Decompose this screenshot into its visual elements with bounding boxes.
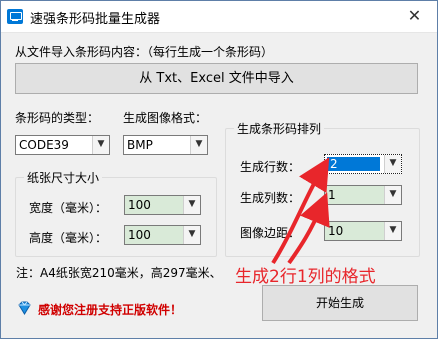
annotation-arrows [271, 157, 330, 265]
app-window: 速强条形码批量生成器 ✕ 从文件导入条形码内容：（每行生成一个条形码） 从 Tx… [0, 0, 438, 339]
arrow-to-cols [287, 192, 330, 265]
annotation-text: 生成2行1列的格式 [235, 267, 376, 287]
